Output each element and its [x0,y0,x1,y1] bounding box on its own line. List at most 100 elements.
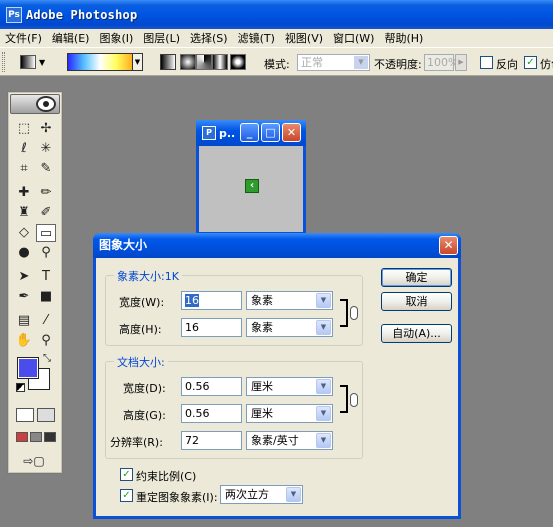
pixel-width-value: 16 [185,294,199,307]
doc-width-unit-select[interactable]: 厘米 ▼ [246,377,333,396]
jump-to-imageready-icon[interactable]: ⇨▢ [16,452,52,470]
menu-filter[interactable]: 滤镜(T) [233,30,280,46]
close-icon[interactable]: ✕ [439,236,458,255]
gradient-tool-icon [20,55,36,69]
reflected-gradient-button[interactable] [212,54,228,70]
mode-select[interactable]: 正常 ▼ [297,54,370,71]
gradient-tool-button[interactable]: ▭ [36,224,56,242]
maximize-icon[interactable]: □ [261,123,280,142]
pixel-dimensions-legend: 象素大小:1K [114,268,182,284]
blur-tool-icon[interactable]: ● [14,244,34,262]
document-canvas[interactable]: ‹ [200,147,302,232]
zoom-tool-icon[interactable]: ⚲ [36,332,56,350]
lasso-tool-icon[interactable]: ℓ [14,140,34,158]
menu-view[interactable]: 视图(V) [280,30,328,46]
resample-checkbox[interactable]: ✓ [120,489,133,502]
image-content-arrow-icon: ‹ [245,179,259,193]
pixel-height-input[interactable]: 16 [181,318,242,337]
tool-preset-picker[interactable]: ▼ [20,53,58,71]
chevron-down-icon: ▼ [354,56,368,69]
eye-icon [36,96,56,112]
diamond-gradient-button[interactable] [230,54,246,70]
pixel-height-unit: 象素 [251,321,273,334]
dialog-title-bar[interactable]: 图象大小 ✕ [93,233,461,258]
doc-height-input[interactable]: 0.56 [181,404,242,423]
quick-mask-mode-button[interactable] [37,408,55,422]
photoshop-logo-icon: Ps [6,6,22,23]
resample-method-value: 两次立方 [225,488,269,501]
menu-help[interactable]: 帮助(H) [379,30,428,46]
history-brush-tool-icon[interactable]: ✐ [36,204,56,222]
pen-tool-icon[interactable]: ✒ [14,288,34,306]
reverse-checkbox[interactable] [480,56,493,69]
path-selection-tool-icon[interactable]: ➤ [14,268,34,286]
doc-height-unit-select[interactable]: 厘米 ▼ [246,404,333,423]
gradient-preview-swatch[interactable] [67,53,133,71]
clone-stamp-tool-icon[interactable]: ♜ [14,204,34,222]
standard-mode-button[interactable] [16,408,34,422]
eyedropper-tool-icon[interactable]: ⁄ [36,312,56,330]
type-tool-icon[interactable]: T [36,268,56,286]
resample-method-select[interactable]: 两次立方 ▼ [220,485,303,504]
doc-width-input[interactable]: 0.56 [181,377,242,396]
menu-window[interactable]: 窗口(W) [328,30,379,46]
shape-tool-icon[interactable]: ■ [36,288,56,306]
angle-gradient-button[interactable] [196,54,212,70]
auto-button[interactable]: 自动(A)... [381,324,452,343]
menu-edit[interactable]: 编辑(E) [47,30,95,46]
hand-tool-icon[interactable]: ✋ [14,332,34,350]
pixel-dimensions-group: 象素大小:1K 宽度(W): 16 象素 ▼ 高度(H): 16 象素 ▼ [105,268,363,346]
pixel-width-input[interactable]: 16 [181,291,242,310]
opacity-label: 不透明度: [374,58,422,71]
move-tool-icon[interactable]: ✢ [36,120,56,138]
resolution-unit: 象素/英寸 [251,434,299,447]
linear-gradient-button[interactable] [160,54,176,70]
full-screen-menu-mode-button[interactable] [30,432,42,442]
dialog-title: 图象大小 [99,238,148,252]
chevron-down-icon: ▼ [316,379,331,394]
gradient-picker-dropdown[interactable]: ▼ [133,53,143,71]
marquee-tool-icon[interactable]: ⬚ [14,120,34,138]
menu-file[interactable]: 文件(F) [0,30,47,46]
cancel-button[interactable]: 取消 [381,292,452,311]
document-title-bar[interactable]: P p.. _ □ ✕ [196,120,306,146]
document-size-group: 文档大小: 宽度(D): 0.56 厘米 ▼ 高度(G): 0.56 厘米 ▼ … [105,354,363,459]
doc-height-unit: 厘米 [251,407,273,420]
dodge-tool-icon[interactable]: ⚲ [36,244,56,262]
toolbox-header[interactable] [10,94,60,114]
opacity-slider-arrow[interactable]: ▶ [455,54,467,71]
default-colors-icon[interactable] [16,383,25,392]
document-size-legend: 文档大小: [114,354,168,370]
opacity-input[interactable]: 100% [424,54,458,71]
brush-tool-icon[interactable]: ✏ [36,184,56,202]
document-title: p.. [219,126,236,140]
menu-layer[interactable]: 图层(L) [138,30,185,46]
eraser-tool-icon[interactable]: ◇ [14,224,34,242]
menu-select[interactable]: 选择(S) [185,30,233,46]
pixel-height-unit-select[interactable]: 象素 ▼ [246,318,333,337]
close-icon[interactable]: ✕ [282,123,301,142]
magic-wand-tool-icon[interactable]: ✳ [36,140,56,158]
options-grip-handle[interactable] [2,52,5,72]
pixel-link-bracket [340,299,348,327]
ok-button[interactable]: 确定 [381,268,452,287]
pixel-width-unit-select[interactable]: 象素 ▼ [246,291,333,310]
crop-tool-icon[interactable]: ⌗ [14,160,34,178]
resolution-input[interactable]: 72 [181,431,242,450]
radial-gradient-button[interactable] [180,54,196,70]
resolution-label: 分辨率(R): [110,436,163,449]
dither-checkbox[interactable]: ✓ [524,56,537,69]
mode-value: 正常 [301,56,323,69]
notes-tool-icon[interactable]: ▤ [14,312,34,330]
standard-screen-mode-button[interactable] [16,432,28,442]
foreground-color-swatch[interactable] [17,357,39,379]
slice-tool-icon[interactable]: ✎ [36,160,56,178]
chevron-down-icon: ▼ [316,293,331,308]
constrain-proportions-checkbox[interactable]: ✓ [120,468,133,481]
resolution-unit-select[interactable]: 象素/英寸 ▼ [246,431,333,450]
full-screen-mode-button[interactable] [44,432,56,442]
swap-colors-icon[interactable]: ⤡ [40,350,54,368]
healing-brush-tool-icon[interactable]: ✚ [14,184,34,202]
minimize-icon[interactable]: _ [240,123,259,142]
menu-image[interactable]: 图象(I) [94,30,138,46]
